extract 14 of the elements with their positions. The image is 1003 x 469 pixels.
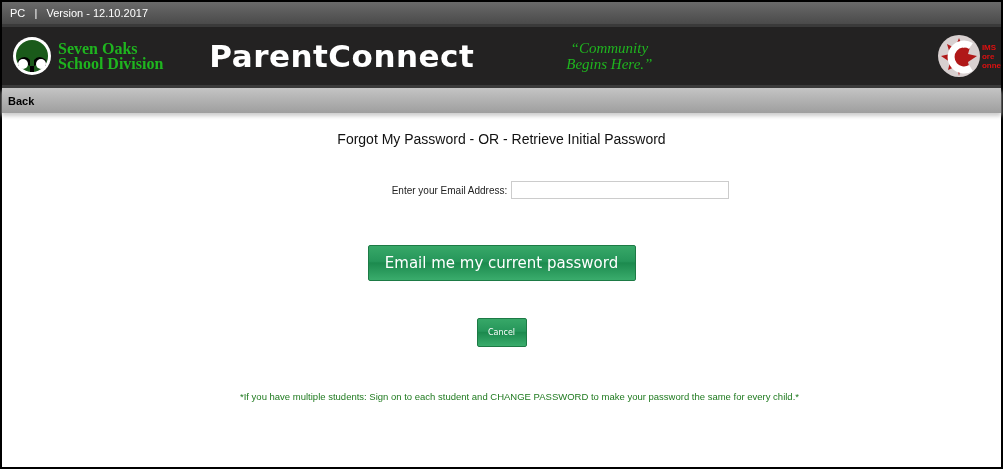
email-label: Enter your Email Address: xyxy=(391,184,508,196)
page-title: Forgot My Password - OR - Retrieve Initial Password xyxy=(337,131,666,147)
app-title: ParentConnect xyxy=(209,38,475,74)
version-text: PC | Version - 12.10.2017 xyxy=(10,7,148,19)
submit-button[interactable]: Email me my current password xyxy=(367,245,636,281)
school-name: Seven Oaks School Division xyxy=(58,41,164,71)
maple-leaf-icon xyxy=(936,34,981,78)
note-text: *If you have multiple students: Sign on to each student and CHANGE PASSWORD to make your password the same for every child.* xyxy=(240,391,799,402)
email-field[interactable] xyxy=(511,181,730,199)
cancel-button[interactable]: Cancel xyxy=(476,318,527,347)
tree-logo-icon xyxy=(12,36,52,76)
slogan-text: “Community Begins Here.” xyxy=(566,40,653,72)
back-link[interactable]: Back xyxy=(8,94,35,107)
logo-text: IMS ore onne xyxy=(981,42,1001,70)
